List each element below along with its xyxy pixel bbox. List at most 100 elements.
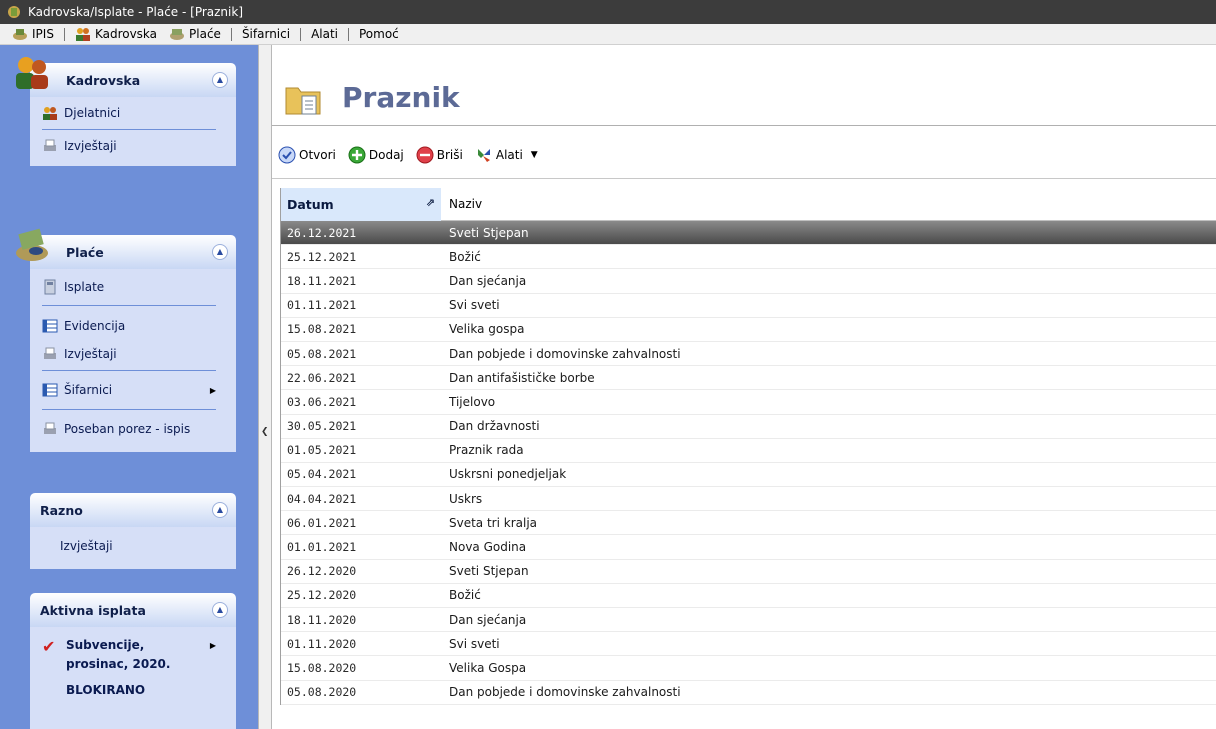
table-icon bbox=[42, 383, 58, 397]
menu-kadrovska[interactable]: Kadrovska bbox=[69, 24, 163, 45]
menu-separator bbox=[348, 27, 349, 41]
cell-name: Uskrsni ponedjeljak bbox=[449, 467, 567, 482]
table-row[interactable]: 22.06.2021 Dan antifašističke borbe bbox=[281, 366, 1216, 391]
sidebar-item-evidencija[interactable]: Evidencija bbox=[30, 312, 236, 340]
active-payout-period: prosinac, 2020. bbox=[66, 657, 171, 671]
table-row[interactable]: 05.08.2020 Dan pobjede i domovinske zahva… bbox=[281, 681, 1216, 705]
table-row[interactable]: 25.12.2021 Božić bbox=[281, 245, 1216, 270]
sidebar-item-active-payout[interactable]: ✔ Subvencije, ▶ bbox=[30, 635, 236, 656]
cell-date: 03.06.2021 bbox=[287, 394, 357, 409]
page-header: Praznik bbox=[272, 45, 1216, 125]
cell-name: Dan pobjede i domovinske zahvalnosti bbox=[449, 346, 681, 361]
table-row[interactable]: 06.01.2021 Sveta tri kralja bbox=[281, 511, 1216, 536]
cell-date: 22.06.2021 bbox=[287, 370, 357, 385]
table-row[interactable]: 18.11.2020 Dan sjećanja bbox=[281, 608, 1216, 633]
sidebar-item-isplate[interactable]: Isplate bbox=[30, 271, 236, 303]
sidebar-item-izvjestaji-razno[interactable]: Izvještaji bbox=[30, 529, 236, 563]
divider bbox=[42, 409, 216, 410]
menu-ipis[interactable]: IPIS bbox=[6, 24, 60, 45]
cell-date: 01.05.2021 bbox=[287, 443, 357, 458]
table-row[interactable]: 15.08.2020 Velika Gospa bbox=[281, 656, 1216, 681]
folder-document-icon bbox=[285, 87, 321, 115]
collapse-left-icon[interactable]: ❮ bbox=[261, 427, 269, 437]
menu-pomoc[interactable]: Pomoć bbox=[353, 24, 405, 45]
delete-button[interactable]: Briši bbox=[416, 146, 463, 164]
table-row[interactable]: 01.11.2021 Svi sveti bbox=[281, 294, 1216, 318]
cell-date: 18.11.2020 bbox=[287, 612, 357, 627]
cell-date: 05.04.2021 bbox=[287, 467, 357, 482]
sidebar-item-sifarnici[interactable]: Šifarnici ▶ bbox=[30, 373, 236, 407]
cell-date: 01.11.2020 bbox=[287, 636, 357, 651]
table-row[interactable]: 30.05.2021 Dan državnosti bbox=[281, 415, 1216, 439]
group-aktivna-isplata: Aktivna isplata ▲ ✔ Subvencije, ▶ prosin… bbox=[30, 593, 236, 729]
coins-icon bbox=[170, 29, 185, 40]
group-place: Plaće ▲ Isplate Evidencija Izvještaji Ši… bbox=[16, 228, 236, 452]
sidebar: Kadrovska ▲ Djelatnici Izvještaji Plaće … bbox=[0, 45, 258, 729]
sidebar-splitter[interactable]: ❮ bbox=[258, 45, 272, 729]
sidebar-item-poseban-porez[interactable]: Poseban porez - ispis bbox=[30, 412, 236, 446]
cell-name: Svi sveti bbox=[449, 298, 500, 313]
sidebar-item-izvjestaji[interactable]: Izvještaji bbox=[30, 132, 236, 160]
cell-name: Božić bbox=[449, 588, 481, 603]
table-row[interactable]: 01.11.2020 Svi sveti bbox=[281, 632, 1216, 657]
printer-icon bbox=[44, 347, 56, 359]
column-header-date[interactable]: Datum ⇗ bbox=[281, 187, 441, 221]
grid-body: 26.12.2021 Sveti Stjepan 25.12.2021 Božić 18… bbox=[281, 221, 1216, 705]
column-header-name[interactable]: Naziv bbox=[441, 197, 482, 211]
app-icon bbox=[8, 6, 20, 18]
cell-date: 15.08.2021 bbox=[287, 322, 357, 337]
table-row[interactable]: 26.12.2021 Sveti Stjepan bbox=[281, 221, 1216, 246]
cell-name: Velika gospa bbox=[449, 322, 525, 337]
collapse-icon[interactable]: ▲ bbox=[212, 602, 228, 618]
open-button[interactable]: Otvori bbox=[278, 146, 336, 164]
grid-header: Datum ⇗ Naziv bbox=[281, 187, 1216, 221]
cell-date: 05.08.2021 bbox=[287, 346, 357, 361]
cell-name: Tijelovo bbox=[449, 394, 496, 409]
group-title: Plaće bbox=[66, 244, 104, 260]
group-razno-body: Izvještaji bbox=[30, 527, 236, 569]
cell-name: Nova Godina bbox=[449, 540, 527, 555]
menu-alati[interactable]: Alati bbox=[305, 24, 344, 45]
table-row[interactable]: 18.11.2021 Dan sjećanja bbox=[281, 269, 1216, 294]
table-row[interactable]: 01.05.2021 Praznik rada bbox=[281, 439, 1216, 463]
table-row[interactable]: 26.12.2020 Sveti Stjepan bbox=[281, 560, 1216, 584]
menu-place[interactable]: Plaće bbox=[163, 24, 227, 45]
collapse-icon[interactable]: ▲ bbox=[212, 72, 228, 88]
table-row[interactable]: 04.04.2021 Uskrs bbox=[281, 487, 1216, 512]
tools-button[interactable]: Alati bbox=[475, 146, 523, 164]
divider bbox=[42, 129, 216, 130]
group-place-body: Isplate Evidencija Izvještaji Šifarnici … bbox=[30, 269, 236, 452]
checkmark-icon: ✔ bbox=[42, 637, 56, 656]
cell-name: Dan državnosti bbox=[449, 419, 540, 434]
submenu-arrow-icon: ▶ bbox=[209, 385, 216, 395]
table-row[interactable]: 25.12.2020 Božić bbox=[281, 584, 1216, 608]
menu-sifarnici[interactable]: Šifarnici bbox=[236, 24, 296, 45]
cell-date: 26.12.2021 bbox=[287, 225, 357, 240]
add-button[interactable]: Dodaj bbox=[348, 146, 404, 164]
cell-date: 30.05.2021 bbox=[287, 419, 357, 434]
cell-date: 18.11.2021 bbox=[287, 273, 357, 288]
table-row[interactable]: 15.08.2021 Velika gospa bbox=[281, 318, 1216, 342]
cell-name: Dan sjećanja bbox=[449, 273, 527, 288]
sidebar-item-izvjestaji-place[interactable]: Izvještaji bbox=[30, 340, 236, 368]
cell-name: Dan antifašističke borbe bbox=[449, 370, 595, 385]
divider bbox=[272, 178, 1216, 179]
group-kadrovska-header[interactable]: Kadrovska ▲ bbox=[16, 57, 236, 97]
page-title: Praznik bbox=[342, 81, 460, 114]
table-row[interactable]: 05.08.2021 Dan pobjede i domovinske zahva… bbox=[281, 342, 1216, 367]
table-row[interactable]: 03.06.2021 Tijelovo bbox=[281, 390, 1216, 415]
sidebar-item-djelatnici[interactable]: Djelatnici bbox=[30, 99, 236, 127]
submenu-arrow-icon: ▶ bbox=[209, 640, 216, 650]
menu-separator bbox=[230, 27, 232, 41]
group-razno-header[interactable]: Razno ▲ bbox=[30, 493, 236, 527]
table-row[interactable]: 01.01.2021 Nova Godina bbox=[281, 535, 1216, 560]
collapse-icon[interactable]: ▲ bbox=[212, 244, 228, 260]
cell-date: 26.12.2020 bbox=[287, 564, 357, 579]
collapse-icon[interactable]: ▲ bbox=[212, 502, 228, 518]
chevron-down-icon[interactable]: ▼ bbox=[531, 150, 538, 160]
group-aktivna-header[interactable]: Aktivna isplata ▲ bbox=[30, 593, 236, 627]
tools-icon bbox=[477, 149, 490, 162]
people-icon bbox=[16, 57, 48, 89]
table-row[interactable]: 05.04.2021 Uskrsni ponedjeljak bbox=[281, 463, 1216, 488]
group-place-header[interactable]: Plaće ▲ bbox=[16, 228, 236, 269]
